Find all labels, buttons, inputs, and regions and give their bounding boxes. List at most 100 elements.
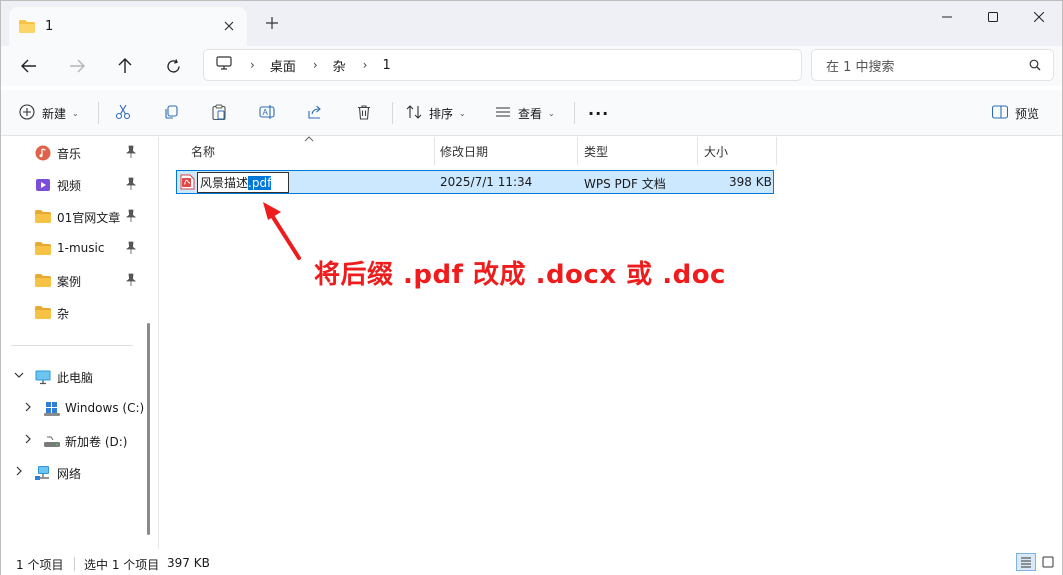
column-header-name[interactable]: 名称 [191,137,215,165]
cut-button[interactable] [115,101,131,125]
refresh-button[interactable] [158,53,188,79]
address-bar[interactable]: › 桌面 › 杂 › 1 [203,49,802,81]
command-bar: 新建 ⌄ A 排序 ⌄ 查看 ⌄ ··· 预览 [1,90,1062,136]
tab-title: 1 [45,19,54,34]
view-label: 查看 [518,106,543,121]
chevron-right-icon[interactable] [23,402,33,415]
plus-circle-icon [19,103,35,123]
pin-icon [125,273,137,287]
copy-icon [163,104,179,123]
column-divider[interactable] [577,137,578,165]
sidebar-item-this-pc[interactable]: 此电脑 [1,365,146,389]
sidebar-item-folder[interactable]: 1-music [1,237,146,261]
title-bar: 1 [1,1,1062,46]
share-icon [307,104,323,123]
column-header-type[interactable]: 类型 [584,137,608,165]
breadcrumb-item[interactable]: 桌面 [270,56,296,75]
drive-windows-icon [44,401,60,417]
chevron-down-icon: ⌄ [459,108,466,118]
tiles-view-button[interactable] [1038,553,1058,571]
pdf-file-icon [180,174,195,190]
more-icon: ··· [588,103,610,123]
sidebar-item-label: 01官网文章 [57,211,121,225]
chevron-right-icon[interactable]: › [250,58,255,72]
delete-button[interactable] [356,101,372,125]
folder-icon [35,241,51,257]
chevron-right-icon[interactable] [14,466,24,479]
sidebar-item-label: 1-music [57,241,105,255]
sidebar-item-folder[interactable]: 杂 [1,301,146,325]
file-explorer-window: 1 › 桌面 › 杂 › 1 在 1 中搜索 新建 ⌄ A 排序 ⌄ 查看 ⌄ … [0,0,1063,575]
breadcrumb-item[interactable]: 1 [382,58,390,73]
folder-icon [19,20,35,33]
pin-icon [125,241,137,255]
tab-active[interactable]: 1 [9,7,247,46]
sidebar-item-label: 网络 [57,467,82,481]
close-window-button[interactable] [1016,1,1062,33]
column-header-size[interactable]: 大小 [704,137,728,165]
annotation-caption: 将后缀 .pdf 改成 .docx 或 .doc [314,260,726,290]
sidebar-item-folder[interactable]: 案例 [1,269,146,293]
forward-button[interactable] [62,53,92,79]
sidebar-item-drive-c[interactable]: Windows (C:) [1,397,146,421]
sidebar-scrollbar[interactable] [147,323,150,535]
pin-icon [125,177,137,191]
column-divider[interactable] [697,137,698,165]
selected-count: 选中 1 个项目 [84,558,160,572]
sidebar-item-label: 视频 [57,179,82,193]
sidebar-item-label: Windows (C:) [65,401,145,415]
sidebar-item-network[interactable]: 网络 [1,461,146,485]
computer-icon[interactable] [216,56,232,74]
more-options-button[interactable]: ··· [588,101,609,125]
search-icon [1029,59,1041,75]
status-bar: 1 个项目 选中 1 个项目 397 KB [1,549,1062,575]
paste-button[interactable] [211,101,227,125]
toolbar-divider [574,102,575,124]
table-row[interactable]: 风景描述 .pdf 2025/7/1 11:34 WPS PDF 文档 398 K… [176,170,774,194]
close-tab-icon[interactable] [221,18,237,34]
search-placeholder: 在 1 中搜索 [826,59,895,75]
back-button[interactable] [14,53,44,79]
sidebar-item-drive-d[interactable]: 新加卷 (D:) [1,429,146,453]
annotation-arrow [263,202,301,260]
preview-pane-button[interactable]: 预览 [991,101,1039,125]
column-header-modified[interactable]: 修改日期 [440,137,488,165]
chevron-down-icon[interactable] [14,370,24,383]
up-button[interactable] [110,53,140,79]
maximize-button[interactable] [970,1,1016,33]
copy-button[interactable] [163,101,179,125]
sidebar-divider [11,345,133,346]
folder-icon [35,305,51,321]
chevron-right-icon[interactable] [23,434,33,447]
sidebar-item-label: 案例 [57,275,82,289]
chevron-down-icon: ⌄ [72,108,79,118]
sidebar-item-music[interactable]: 音乐 [1,141,146,165]
minimize-button[interactable] [924,1,970,33]
music-icon [35,145,51,161]
search-input[interactable]: 在 1 中搜索 [811,49,1054,81]
sidebar-item-videos[interactable]: 视频 [1,173,146,197]
breadcrumb-item[interactable]: 杂 [333,56,346,75]
sort-ascending-icon [304,135,314,146]
status-divider [74,557,75,571]
sort-button[interactable]: 排序 ⌄ [406,101,466,125]
chevron-right-icon[interactable]: › [313,58,318,72]
clipboard-icon [211,104,227,123]
view-button[interactable]: 查看 ⌄ [495,101,555,125]
chevron-right-icon[interactable]: › [363,58,368,72]
toolbar-divider [392,102,393,124]
rename-input[interactable]: 风景描述 .pdf [197,172,289,193]
navigation-pane: 音乐 视频 01官网文章 1-music 案例 杂 此电脑 Windows (C… [1,137,156,549]
details-view-button[interactable] [1016,553,1036,571]
filename-base: 风景描述 [200,176,249,190]
share-button[interactable] [307,101,323,125]
column-divider[interactable] [434,137,435,165]
new-button[interactable]: 新建 ⌄ [19,101,79,125]
sidebar-item-folder[interactable]: 01官网文章 [1,205,146,229]
pin-icon [125,209,137,223]
svg-text:A: A [263,108,269,117]
column-divider[interactable] [776,137,777,165]
new-tab-button[interactable] [263,15,281,33]
chevron-down-icon: ⌄ [548,108,555,118]
rename-button[interactable]: A [259,101,275,125]
